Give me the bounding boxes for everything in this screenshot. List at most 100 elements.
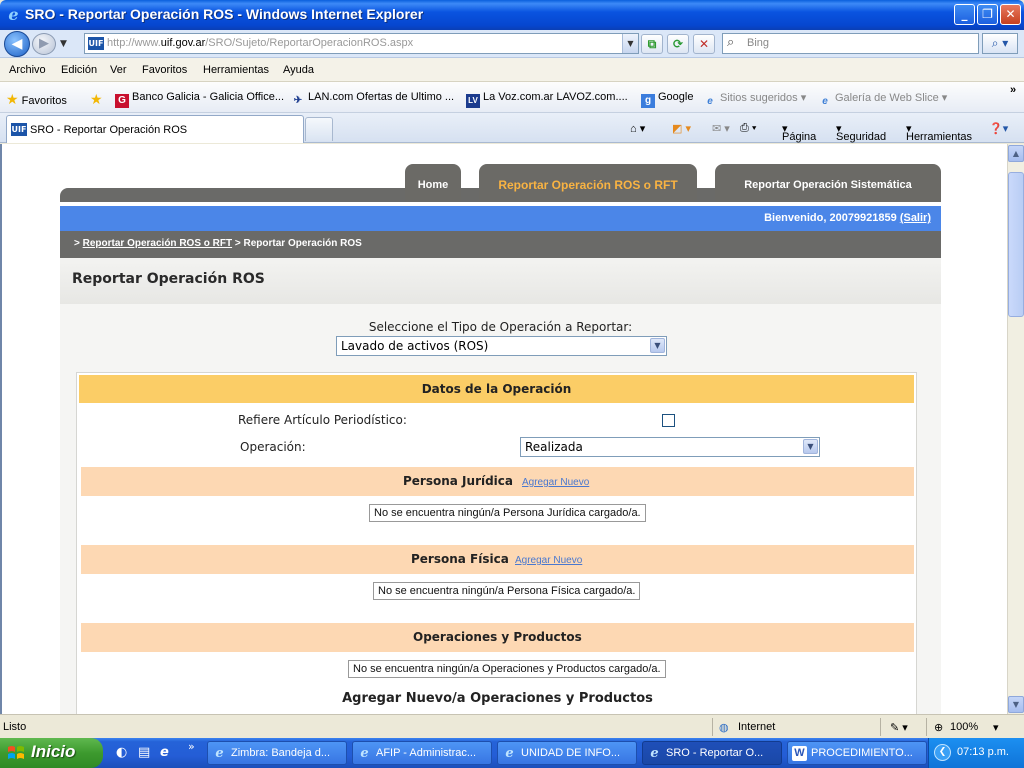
zoom-level[interactable]: 100% (950, 721, 978, 733)
scroll-down-icon[interactable]: ▼ (1008, 696, 1024, 713)
ie-page-icon: e (822, 96, 828, 107)
ie-page-icon: e (707, 96, 713, 107)
uif-favicon-icon: UIF (11, 123, 27, 136)
windows-flag-icon (8, 746, 24, 759)
search-input[interactable]: ⌕ Bing (722, 33, 979, 54)
menu-ayuda[interactable]: Ayuda (283, 64, 314, 76)
breadcrumb-bar: > Reportar Operación ROS o RFT > Reporta… (60, 231, 941, 258)
menu-ver[interactable]: Ver (110, 64, 127, 76)
zoom-icon: ⊕ (934, 722, 944, 734)
persona-fisica-add-link[interactable]: Agregar Nuevo (515, 555, 582, 566)
security-zone: Internet (738, 721, 776, 733)
welcome-text: Bienvenido, 20079921859 (Salir) (764, 212, 931, 224)
task-sro-reportar[interactable]: e SRO - Reportar O... (642, 741, 782, 765)
ie-icon: e (8, 5, 19, 24)
lan-icon: ✈ (293, 95, 303, 106)
quicklaunch-ie-icon[interactable]: e (160, 745, 169, 760)
fav-item-sitios-sugeridos[interactable]: e Sitios sugeridos ▾ (703, 91, 806, 109)
menu-edicion[interactable]: Edición (61, 64, 97, 76)
fav-item-web-slice[interactable]: e Galería de Web Slice ▾ (818, 91, 947, 109)
scroll-thumb[interactable] (1008, 172, 1024, 317)
favorites-button[interactable]: ★ Favoritos (6, 91, 67, 108)
protected-mode-icon[interactable]: ✎ ▾ (890, 721, 908, 734)
operaciones-productos-title: Operaciones y Productos (413, 630, 582, 644)
taskbar: Inicio ◐ ▤ e » e Zimbra: Bandeja d... e … (0, 738, 1024, 768)
menu-herramientas-cmd[interactable]: Herramientas ▾ (906, 122, 972, 143)
menu-pagina[interactable]: Página ▾ (782, 122, 816, 143)
operaciones-productos-header: Operaciones y Productos (81, 623, 914, 652)
new-tab-button[interactable] (305, 117, 333, 141)
zoom-dropdown-icon[interactable]: ▾ (993, 721, 999, 734)
site-tab-reportar-ros-rft[interactable]: Reportar Operación ROS o RFT (479, 164, 697, 202)
menu-seguridad[interactable]: Seguridad ▾ (836, 122, 886, 143)
minimize-button[interactable]: _ (954, 4, 975, 25)
refiere-articulo-checkbox[interactable] (662, 414, 675, 427)
fav-item-galicia[interactable]: G Banco Galicia - Galicia Office... (115, 91, 284, 108)
quicklaunch-overflow-icon[interactable]: » (188, 740, 195, 753)
compatibility-view-icon[interactable]: ⧉ (641, 34, 663, 54)
quicklaunch-desktop-icon[interactable]: ▤ (138, 745, 150, 760)
address-dropdown-icon[interactable]: ▼ (622, 34, 638, 53)
logout-link[interactable]: (Salir) (900, 212, 931, 224)
globe-icon: ◍ (719, 722, 729, 734)
address-bar[interactable]: UIF http://www.uif.gov.ar/SRO/Sujeto/Rep… (84, 33, 639, 54)
persona-juridica-add-link[interactable]: Agregar Nuevo (522, 477, 589, 488)
system-tray: ❮ 07:13 p.m. (928, 738, 1024, 768)
chevron-down-icon[interactable]: ▼ (650, 338, 665, 353)
fav-item-google[interactable]: g Google (641, 91, 693, 108)
persona-fisica-empty: No se encuentra ningún/a Persona Física … (373, 582, 641, 600)
task-procedimiento[interactable]: W PROCEDIMIENTO... (787, 741, 927, 765)
print-icon[interactable]: ⎙ ▾ (740, 122, 756, 135)
datos-operacion-box: Datos de la Operación Refiere Artículo P… (76, 372, 917, 714)
task-unidad-info[interactable]: e UNIDAD DE INFO... (497, 741, 637, 765)
fav-item-lan[interactable]: ✈ LAN.com Ofertas de Ultimo ... (291, 91, 454, 108)
start-label: Inicio (31, 742, 76, 761)
close-button[interactable]: ✕ (1000, 4, 1021, 25)
persona-fisica-title: Persona Física (411, 552, 509, 566)
maximize-button[interactable]: ❐ (977, 4, 998, 25)
feeds-icon[interactable]: ◩ ▾ (672, 122, 691, 135)
stop-icon[interactable]: ✕ (693, 34, 715, 54)
tab-sro-reportar[interactable]: UIF SRO - Reportar Operación ROS (6, 115, 304, 143)
search-button[interactable]: ⌕ ▾ (982, 33, 1018, 54)
op-type-select[interactable]: Lavado de activos (ROS) ▼ (336, 336, 667, 356)
page-heading: Reportar Operación ROS (60, 258, 941, 304)
breadcrumb: > Reportar Operación ROS o RFT > Reporta… (74, 238, 362, 249)
mail-icon[interactable]: ✉ ▾ (712, 122, 730, 135)
task-zimbra[interactable]: e Zimbra: Bandeja d... (207, 741, 347, 765)
status-divider (880, 718, 881, 736)
address-url[interactable]: http://www.uif.gov.ar/SRO/Sujeto/Reporta… (107, 37, 413, 49)
chevron-down-icon[interactable]: ▼ (803, 439, 818, 454)
scroll-up-icon[interactable]: ▲ (1008, 145, 1024, 162)
persona-fisica-header: Persona Física Agregar Nuevo (81, 545, 914, 574)
fav-item-lavoz[interactable]: LV La Voz.com.ar LAVOZ.com.... (466, 91, 628, 108)
recent-pages-dropdown[interactable]: ▼ (60, 39, 67, 49)
address-toolbar: ◀ ▶ ▼ UIF http://www.uif.gov.ar/SRO/Suje… (0, 30, 1024, 58)
help-icon[interactable]: ❓▾ (989, 122, 1008, 135)
site-tab-home[interactable]: Home (405, 164, 461, 202)
site-tab-operacion-sistematica[interactable]: Reportar Operación Sistemática (715, 164, 941, 202)
form-content: Seleccione el Tipo de Operación a Report… (60, 304, 941, 714)
favorites-overflow-chevron-icon[interactable]: » (1010, 84, 1016, 96)
refresh-icon[interactable]: ⟳ (667, 34, 689, 54)
vertical-scrollbar[interactable]: ▲ ▼ (1007, 144, 1024, 714)
lavoz-icon: LV (466, 94, 480, 108)
menu-archivo[interactable]: Archivo (9, 64, 46, 76)
quicklaunch-media-icon[interactable]: ◐ (116, 745, 127, 760)
ie-icon: e (505, 746, 514, 761)
search-icon: ⌕ (727, 35, 735, 50)
menu-herramientas[interactable]: Herramientas (203, 64, 269, 76)
home-icon[interactable]: ⌂ ▾ (630, 122, 645, 135)
tray-expand-icon[interactable]: ❮ (934, 744, 951, 761)
ie-icon: e (650, 746, 659, 761)
task-afip[interactable]: e AFIP - Administrac... (352, 741, 492, 765)
start-button[interactable]: Inicio (0, 738, 103, 768)
forward-button[interactable]: ▶ (32, 33, 56, 55)
operacion-select[interactable]: Realizada ▼ (520, 437, 820, 457)
google-icon: g (641, 94, 655, 108)
op-type-label: Seleccione el Tipo de Operación a Report… (368, 320, 633, 334)
back-button[interactable]: ◀ (4, 31, 30, 57)
breadcrumb-link-ros-rft[interactable]: Reportar Operación ROS o RFT (83, 238, 232, 249)
add-to-favorites-button[interactable]: ★ (90, 91, 103, 108)
menu-favoritos[interactable]: Favoritos (142, 64, 187, 76)
